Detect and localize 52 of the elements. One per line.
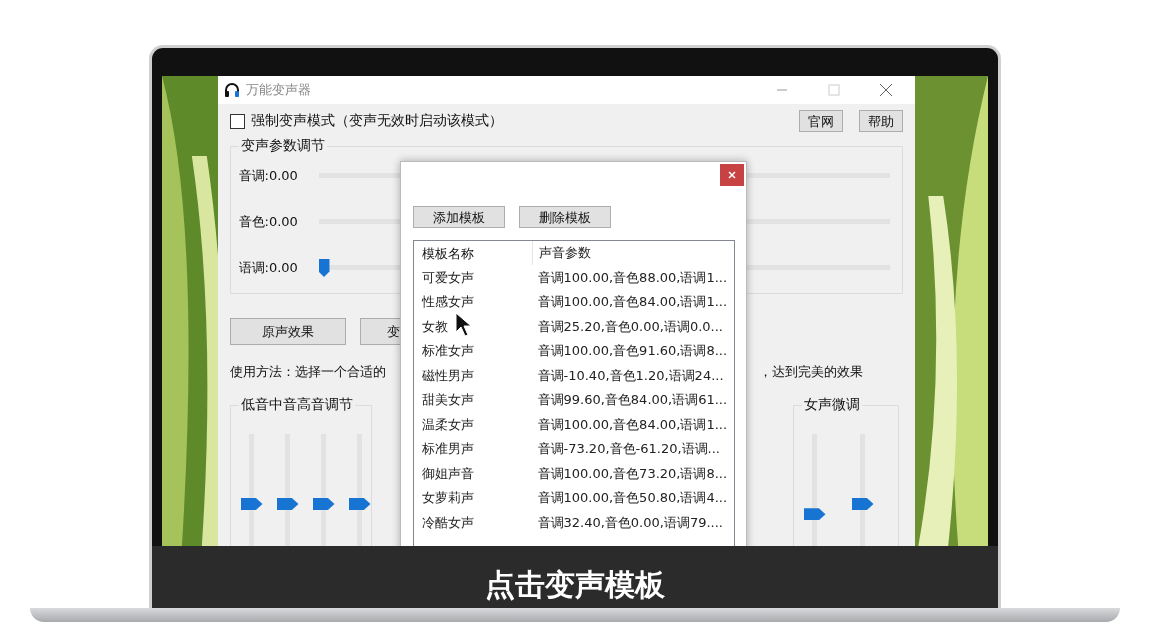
- checkbox[interactable]: [229, 113, 245, 129]
- slider-label: 语调:0.00: [238, 259, 299, 277]
- video-caption: 点击变声模板: [484, 566, 665, 604]
- template-params[interactable]: 音调100.00,音色88.00,语调1...: [531, 268, 728, 287]
- slider-label: 音色:0.00: [238, 213, 299, 231]
- pointer-icon: [454, 312, 473, 338]
- effect-button[interactable]: 原声效果: [229, 318, 346, 345]
- slider-thumb[interactable]: [851, 498, 874, 510]
- usage-text: ，达到完美的效果: [758, 363, 863, 381]
- template-name[interactable]: 标准女声: [413, 342, 532, 361]
- template-name[interactable]: 女萝莉声: [413, 489, 532, 508]
- window-title: 万能变声器: [245, 81, 312, 99]
- group-title: 低音中音高音调节: [238, 396, 355, 414]
- template-name[interactable]: 甜美女声: [413, 391, 532, 410]
- slider-thumb[interactable]: [312, 498, 335, 510]
- template-params[interactable]: 音调99.60,音色84.00,语调61...: [531, 391, 728, 410]
- template-params[interactable]: 音调-10.40,音色1.20,语调24...: [531, 366, 724, 385]
- header-button[interactable]: 帮助: [858, 110, 903, 132]
- template-params[interactable]: 音调32.40,音色0.00,语调79....: [531, 513, 723, 532]
- template-params[interactable]: 音调100.00,音色84.00,语调1...: [531, 293, 728, 312]
- headphones-icon: [223, 82, 240, 98]
- slider-label: 音调:0.00: [238, 167, 299, 185]
- template-name[interactable]: 女教: [413, 317, 532, 336]
- slider-thumb[interactable]: [348, 498, 371, 510]
- template-name[interactable]: 性感女声: [413, 293, 532, 312]
- template-name[interactable]: 可爱女声: [413, 268, 532, 287]
- template-params[interactable]: 音调100.00,音色91.60,语调8...: [531, 342, 728, 361]
- template-params[interactable]: 音调100.00,音色84.00,语调1...: [531, 415, 728, 434]
- group-title: 变声参数调节: [238, 137, 327, 155]
- column-header[interactable]: 声音参数: [532, 244, 591, 263]
- template-params[interactable]: 音调100.00,音色50.80,语调4...: [531, 489, 728, 508]
- slider-thumb[interactable]: [276, 498, 299, 510]
- template-name[interactable]: 御姐声音: [413, 464, 532, 483]
- close-button[interactable]: [719, 164, 744, 186]
- template-params[interactable]: 音调25.20,音色0.00,语调0.0...: [531, 317, 723, 336]
- template-params[interactable]: 音调100.00,音色73.20,语调8...: [531, 464, 728, 483]
- slider-thumb[interactable]: [318, 259, 330, 277]
- checkbox-label: 强制变声模式（变声无效时启动该模式）: [250, 112, 503, 130]
- usage-text: 使用方法：选择一个合适的: [229, 363, 386, 381]
- template-params[interactable]: 音调-73.20,音色-61.20,语调...: [531, 440, 720, 459]
- template-button[interactable]: 删除模板: [518, 206, 611, 228]
- template-button[interactable]: 添加模板: [412, 206, 505, 228]
- template-name[interactable]: 磁性男声: [413, 366, 532, 385]
- template-name[interactable]: 标准男声: [413, 440, 532, 459]
- slider-thumb[interactable]: [803, 508, 826, 521]
- group-title: 女声微调: [801, 396, 862, 414]
- slider-thumb[interactable]: [240, 498, 263, 510]
- column-header[interactable]: 模板名称: [413, 241, 533, 266]
- template-name[interactable]: 冷酷女声: [413, 513, 532, 532]
- close-icon: [727, 171, 736, 179]
- header-button[interactable]: 官网: [798, 110, 843, 132]
- template-name[interactable]: 温柔女声: [413, 415, 532, 434]
